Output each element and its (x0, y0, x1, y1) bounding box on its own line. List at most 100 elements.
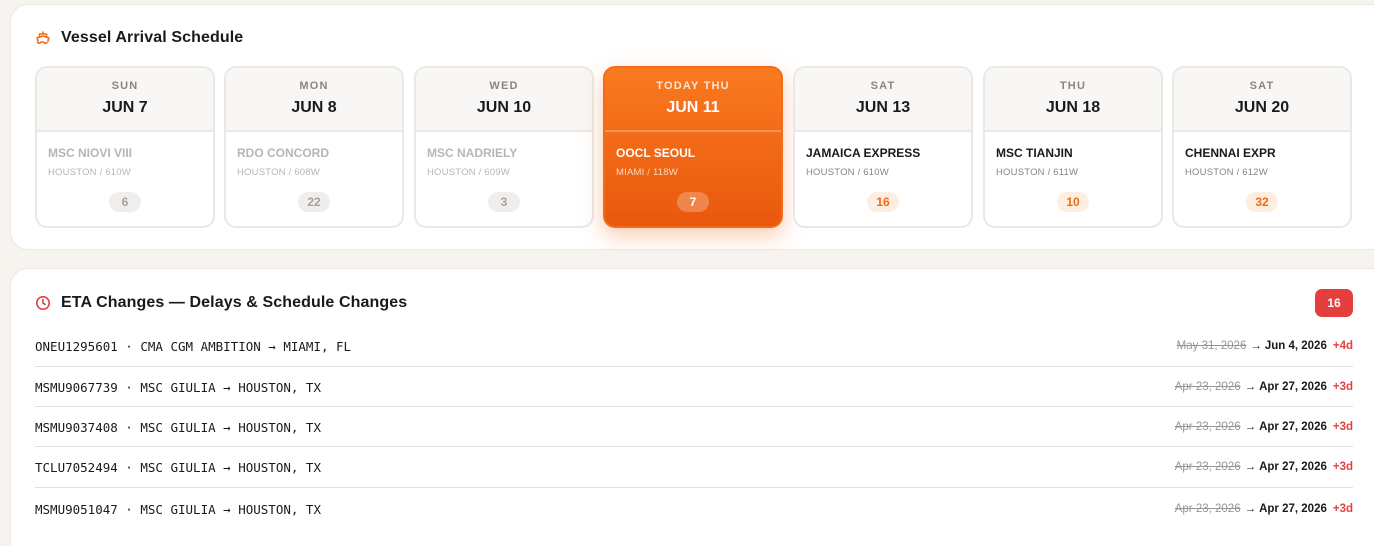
delay-delta: +3d (1332, 461, 1353, 473)
old-eta-date: May 31, 2026 (1176, 340, 1247, 352)
new-eta-date: Apr 27, 2026 (1259, 421, 1327, 433)
eta-container-route: TCLU7052494 · MSC GIULIA → HOUSTON, TX (35, 460, 321, 475)
day-name: TODAY THU (656, 80, 730, 92)
day-date: JUN 10 (476, 99, 532, 116)
eta-date-change: Apr 23, 2026 → Apr 27, 2026 +3d (1175, 381, 1353, 393)
day-name: MON (299, 80, 329, 92)
delay-delta: +3d (1332, 381, 1353, 393)
day-card-header: SAT JUN 20 (1174, 68, 1350, 132)
eta-row[interactable]: TCLU7052494 · MSC GIULIA → HOUSTON, TX A… (35, 447, 1353, 488)
day-card-body: MSC NADRIELY HOUSTON / 609W 3 (416, 132, 592, 226)
vessel-route: HOUSTON / 609W (427, 167, 510, 178)
day-card-body: JAMAICA EXPRESS HOUSTON / 610W 16 (795, 132, 971, 226)
vessel-route: HOUSTON / 610W (806, 167, 889, 178)
container-count-badge: 3 (488, 192, 520, 212)
container-count-badge: 32 (1246, 192, 1278, 212)
new-eta-date: Apr 27, 2026 (1259, 461, 1327, 473)
day-card-jun-18[interactable]: THU JUN 18 MSC TIANJIN HOUSTON / 611W 10 (983, 66, 1163, 228)
delay-delta: +4d (1332, 340, 1353, 352)
vessel-schedule-panel: Vessel Arrival Schedule SUN JUN 7 MSC NI… (10, 4, 1374, 250)
arrow-icon: → (1244, 461, 1257, 473)
arrow-icon: → (1244, 381, 1257, 393)
vessel-name: JAMAICA EXPRESS (806, 146, 921, 160)
day-card-header: TODAY THU JUN 11 (605, 68, 781, 132)
day-date: JUN 13 (855, 99, 911, 116)
day-card-jun-13[interactable]: SAT JUN 13 JAMAICA EXPRESS HOUSTON / 610… (793, 66, 973, 228)
vessel-name: MSC NADRIELY (427, 146, 518, 160)
day-date: JUN 20 (1234, 99, 1290, 116)
ship-icon (35, 30, 51, 46)
container-count-badge: 7 (677, 192, 709, 212)
eta-container-route: MSMU9037408 · MSC GIULIA → HOUSTON, TX (35, 420, 321, 435)
vessel-name: CHENNAI EXPR (1185, 146, 1276, 160)
eta-date-change: Apr 23, 2026 → Apr 27, 2026 +3d (1175, 503, 1353, 515)
day-card-jun-8[interactable]: MON JUN 8 RDO CONCORD HOUSTON / 608W 22 (224, 66, 404, 228)
vessel-route: MIAMI / 118W (616, 167, 678, 178)
container-count-badge: 22 (298, 192, 330, 212)
eta-date-change: May 31, 2026 → Jun 4, 2026 +4d (1177, 340, 1353, 352)
schedule-header: Vessel Arrival Schedule (35, 29, 243, 47)
delay-delta: +3d (1332, 421, 1353, 433)
vessel-name: RDO CONCORD (237, 146, 329, 160)
day-date: JUN 8 (291, 99, 337, 116)
day-date: JUN 18 (1045, 99, 1101, 116)
day-card-header: SUN JUN 7 (37, 68, 213, 132)
vessel-route: HOUSTON / 608W (237, 167, 320, 178)
new-eta-date: Jun 4, 2026 (1264, 340, 1327, 352)
eta-row[interactable]: ONEU1295601 · CMA CGM AMBITION → MIAMI, … (35, 325, 1353, 367)
old-eta-date: Apr 23, 2026 (1174, 503, 1241, 515)
eta-container-route: ONEU1295601 · CMA CGM AMBITION → MIAMI, … (35, 339, 352, 354)
eta-row[interactable]: MSMU9051047 · MSC GIULIA → HOUSTON, TX A… (35, 488, 1353, 529)
day-card-jun-20[interactable]: SAT JUN 20 CHENNAI EXPR HOUSTON / 612W 3… (1172, 66, 1352, 228)
vessel-name: OOCL SEOUL (616, 146, 696, 160)
day-card-body: MSC NIOVI VIII HOUSTON / 610W 6 (37, 132, 213, 226)
day-name: SAT (1249, 80, 1275, 92)
eta-row[interactable]: MSMU9067739 · MSC GIULIA → HOUSTON, TX A… (35, 367, 1353, 407)
day-name: WED (489, 80, 519, 92)
day-card-jun-7[interactable]: SUN JUN 7 MSC NIOVI VIII HOUSTON / 610W … (35, 66, 215, 228)
day-card-header: THU JUN 18 (985, 68, 1161, 132)
day-card-header: MON JUN 8 (226, 68, 402, 132)
day-name: THU (1059, 80, 1087, 92)
day-card-header: WED JUN 10 (416, 68, 592, 132)
delay-delta: +3d (1332, 503, 1353, 515)
clock-icon (35, 295, 51, 311)
eta-row[interactable]: MSMU9037408 · MSC GIULIA → HOUSTON, TX A… (35, 407, 1353, 447)
eta-date-change: Apr 23, 2026 → Apr 27, 2026 +3d (1175, 421, 1353, 433)
arrow-icon: → (1250, 340, 1262, 352)
day-card-body: MSC TIANJIN HOUSTON / 611W 10 (985, 132, 1161, 226)
vessel-name: MSC NIOVI VIII (48, 146, 133, 160)
vessel-route: HOUSTON / 610W (48, 167, 131, 178)
new-eta-date: Apr 27, 2026 (1259, 381, 1327, 393)
old-eta-date: Apr 23, 2026 (1174, 421, 1241, 433)
container-count-badge: 6 (109, 192, 141, 212)
old-eta-date: Apr 23, 2026 (1174, 461, 1241, 473)
vessel-route: HOUSTON / 611W (996, 167, 1079, 178)
day-card-body: RDO CONCORD HOUSTON / 608W 22 (226, 132, 402, 226)
day-date: JUN 7 (102, 99, 148, 116)
eta-title: ETA Changes — Delays & Schedule Changes (61, 294, 408, 311)
schedule-title: Vessel Arrival Schedule (61, 29, 244, 46)
vessel-route: HOUSTON / 612W (1185, 167, 1268, 178)
day-card-jun-11[interactable]: TODAY THU JUN 11 OOCL SEOUL MIAMI / 118W… (603, 66, 783, 228)
eta-changes-panel: ETA Changes — Delays & Schedule Changes … (10, 268, 1374, 546)
day-card-body: CHENNAI EXPR HOUSTON / 612W 32 (1174, 132, 1350, 226)
arrow-icon: → (1244, 421, 1257, 433)
container-count-badge: 16 (867, 192, 899, 212)
arrow-icon: → (1244, 503, 1257, 515)
eta-list: ONEU1295601 · CMA CGM AMBITION → MIAMI, … (35, 325, 1353, 529)
eta-container-route: MSMU9051047 · MSC GIULIA → HOUSTON, TX (35, 502, 321, 517)
eta-count-badge: 16 (1315, 289, 1353, 317)
eta-date-change: Apr 23, 2026 → Apr 27, 2026 +3d (1175, 461, 1353, 473)
vessel-name: MSC TIANJIN (996, 146, 1073, 160)
day-name: SAT (870, 80, 896, 92)
day-card-header: SAT JUN 13 (795, 68, 971, 132)
day-date: JUN 11 (666, 99, 720, 116)
new-eta-date: Apr 27, 2026 (1259, 503, 1327, 515)
day-card-jun-10[interactable]: WED JUN 10 MSC NADRIELY HOUSTON / 609W 3 (414, 66, 594, 228)
container-count-badge: 10 (1057, 192, 1089, 212)
day-name: SUN (111, 80, 139, 92)
eta-container-route: MSMU9067739 · MSC GIULIA → HOUSTON, TX (35, 380, 321, 395)
eta-header: ETA Changes — Delays & Schedule Changes (35, 294, 407, 312)
old-eta-date: Apr 23, 2026 (1174, 381, 1241, 393)
